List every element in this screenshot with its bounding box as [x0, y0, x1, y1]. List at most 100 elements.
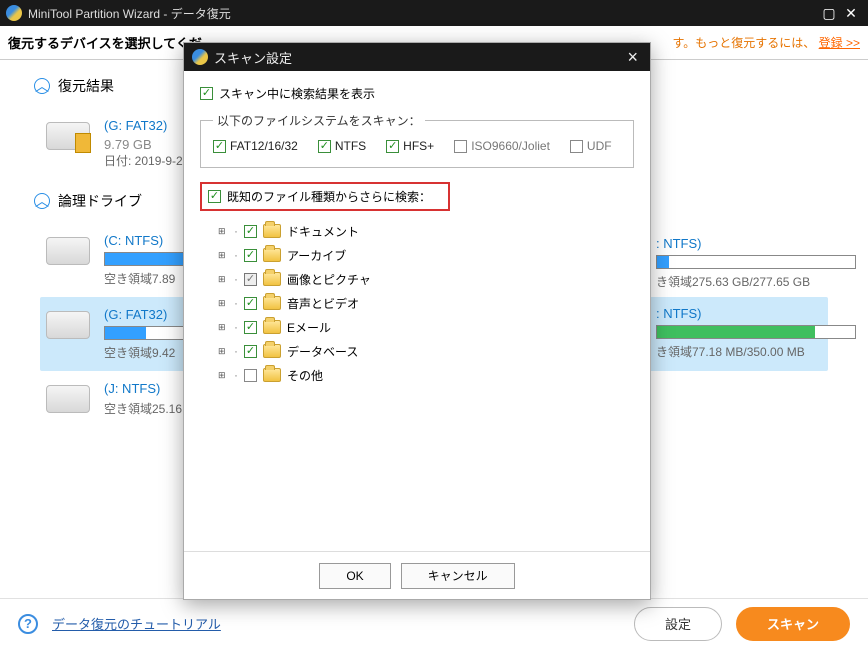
usage-bar	[656, 325, 856, 339]
tree-item-label: ドキュメント	[287, 223, 359, 240]
fs-fat-checkbox[interactable]: FAT12/16/32	[213, 139, 298, 153]
drive-meta: き領域77.18 MB/350.00 MB	[656, 343, 856, 360]
section-label: 復元結果	[58, 76, 114, 96]
checkbox-icon[interactable]	[244, 369, 257, 382]
tree-expander-icon[interactable]: ⊞	[218, 370, 228, 381]
disk-icon	[46, 311, 90, 339]
checkbox-icon[interactable]	[200, 87, 213, 100]
folder-icon	[263, 344, 281, 358]
tree-item[interactable]: ⊞ · アーカイブ	[218, 243, 634, 267]
chevron-up-icon: ︿	[34, 193, 50, 209]
cancel-button[interactable]: キャンセル	[401, 563, 515, 589]
folder-icon	[263, 368, 281, 382]
tree-expander-icon[interactable]: ⊞	[218, 250, 228, 261]
logical-drives-right-column: : NTFS) き領域275.63 GB/277.65 GB : NTFS) き領域7…	[650, 228, 860, 368]
tree-item-label: 画像とピクチャ	[287, 271, 371, 288]
tree-expander-icon[interactable]: ⊞	[218, 346, 228, 357]
disk-icon	[46, 122, 90, 150]
checkbox-icon[interactable]	[570, 140, 583, 153]
checkbox-icon[interactable]	[244, 345, 257, 358]
tree-connector: ·	[234, 224, 238, 238]
checkbox-icon[interactable]	[208, 190, 221, 203]
checkbox-icon[interactable]	[213, 140, 226, 153]
tree-item[interactable]: ⊞ · 画像とピクチャ	[218, 267, 634, 291]
fs-hfs-checkbox[interactable]: HFS+	[386, 139, 434, 153]
checkbox-icon[interactable]	[244, 321, 257, 334]
register-link[interactable]: 登録 >>	[819, 36, 860, 50]
fs-udf-checkbox[interactable]: UDF	[570, 139, 612, 153]
promo-text: す。もっと復元するには、 登録 >>	[672, 34, 860, 51]
dialog-title: スキャン設定	[214, 48, 623, 67]
folder-icon	[263, 320, 281, 334]
folder-icon	[263, 272, 281, 286]
tree-item[interactable]: ⊞ · Eメール	[218, 315, 634, 339]
bottom-bar: ? データ復元のチュートリアル 設定 スキャン	[0, 598, 868, 648]
usage-bar	[656, 255, 856, 269]
folder-icon	[263, 248, 281, 262]
section-label: 論理ドライブ	[58, 191, 142, 211]
tree-expander-icon[interactable]: ⊞	[218, 274, 228, 285]
checkbox-icon[interactable]	[244, 297, 257, 310]
tree-item-label: 音声とビデオ	[287, 295, 359, 312]
tree-connector: ·	[234, 344, 238, 358]
window-maximize-button[interactable]: ▢	[818, 5, 840, 22]
fs-iso-checkbox[interactable]: ISO9660/Joliet	[454, 139, 550, 153]
drive-item[interactable]: : NTFS) き領域77.18 MB/350.00 MB	[650, 298, 860, 368]
show-results-checkbox-row[interactable]: スキャン中に検索結果を表示	[200, 85, 634, 102]
dialog-body: スキャン中に検索結果を表示 以下のファイルシステムをスキャン： FAT12/16…	[184, 71, 650, 551]
app-icon	[6, 5, 22, 21]
tree-item[interactable]: ⊞ · 音声とビデオ	[218, 291, 634, 315]
tree-connector: ·	[234, 320, 238, 334]
drive-name: : NTFS)	[656, 306, 856, 321]
ok-button[interactable]: OK	[319, 563, 390, 589]
tutorial-link[interactable]: データ復元のチュートリアル	[52, 614, 221, 633]
drive-meta: き領域275.63 GB/277.65 GB	[656, 273, 856, 290]
checkbox-icon[interactable]	[244, 249, 257, 262]
dialog-close-button[interactable]: ×	[623, 47, 642, 68]
tree-connector: ·	[234, 272, 238, 286]
scan-settings-dialog: スキャン設定 × スキャン中に検索結果を表示 以下のファイルシステムをスキャン：…	[183, 42, 651, 600]
folder-icon	[263, 224, 281, 238]
tree-item-label: Eメール	[287, 319, 331, 336]
filesystem-fieldset: 以下のファイルシステムをスキャン： FAT12/16/32 NTFS HFS+ …	[200, 112, 634, 168]
dialog-footer: OK キャンセル	[184, 551, 650, 599]
disk-icon	[46, 237, 90, 265]
folder-icon	[263, 296, 281, 310]
tree-expander-icon[interactable]: ⊞	[218, 226, 228, 237]
checkbox-label: スキャン中に検索結果を表示	[219, 85, 375, 102]
dialog-title-bar: スキャン設定 ×	[184, 43, 650, 71]
checkbox-icon[interactable]	[386, 140, 399, 153]
tree-connector: ·	[234, 296, 238, 310]
checkbox-icon[interactable]	[318, 140, 331, 153]
tree-item[interactable]: ⊞ · データベース	[218, 339, 634, 363]
scan-button[interactable]: スキャン	[736, 607, 850, 641]
tree-expander-icon[interactable]: ⊞	[218, 298, 228, 309]
promo-suffix: す。もっと復元するには、	[672, 36, 815, 50]
tree-item[interactable]: ⊞ · ドキュメント	[218, 219, 634, 243]
tree-connector: ·	[234, 368, 238, 382]
tree-item[interactable]: ⊞·その他	[218, 363, 634, 387]
drive-name: : NTFS)	[656, 236, 856, 251]
app-icon	[192, 49, 208, 65]
settings-button[interactable]: 設定	[634, 607, 722, 641]
checkbox-icon[interactable]	[244, 273, 257, 286]
fieldset-legend: 以下のファイルシステムをスキャン：	[213, 112, 425, 129]
file-type-tree: ⊞ · ドキュメント ⊞ · アーカイブ ⊞ · 画像とピクチャ ⊞ · 音声とビデオ ⊞ · Eメール ⊞ ·…	[218, 219, 634, 387]
window-title: MiniTool Partition Wizard - データ復元	[28, 5, 818, 22]
checkbox-icon[interactable]	[244, 225, 257, 238]
select-device-prompt: 復元するデバイスを選択してくだ	[8, 33, 202, 52]
tree-item-label: アーカイブ	[287, 247, 346, 264]
tree-item-label: データベース	[287, 343, 358, 360]
tree-expander-icon[interactable]: ⊞	[218, 322, 228, 333]
window-close-button[interactable]: ✕	[840, 5, 862, 22]
fs-ntfs-checkbox[interactable]: NTFS	[318, 139, 366, 153]
drive-item[interactable]: : NTFS) き領域275.63 GB/277.65 GB	[650, 228, 860, 298]
help-icon: ?	[18, 614, 38, 634]
chevron-up-icon: ︿	[34, 78, 50, 94]
checkbox-icon[interactable]	[454, 140, 467, 153]
extra-search-checkbox-row[interactable]: 既知のファイル種類からさらに検索：	[200, 182, 450, 211]
disk-icon	[46, 385, 90, 413]
tree-connector: ·	[234, 248, 238, 262]
checkbox-label: 既知のファイル種類からさらに検索：	[227, 188, 431, 205]
window-title-bar: MiniTool Partition Wizard - データ復元 ▢ ✕	[0, 0, 868, 26]
